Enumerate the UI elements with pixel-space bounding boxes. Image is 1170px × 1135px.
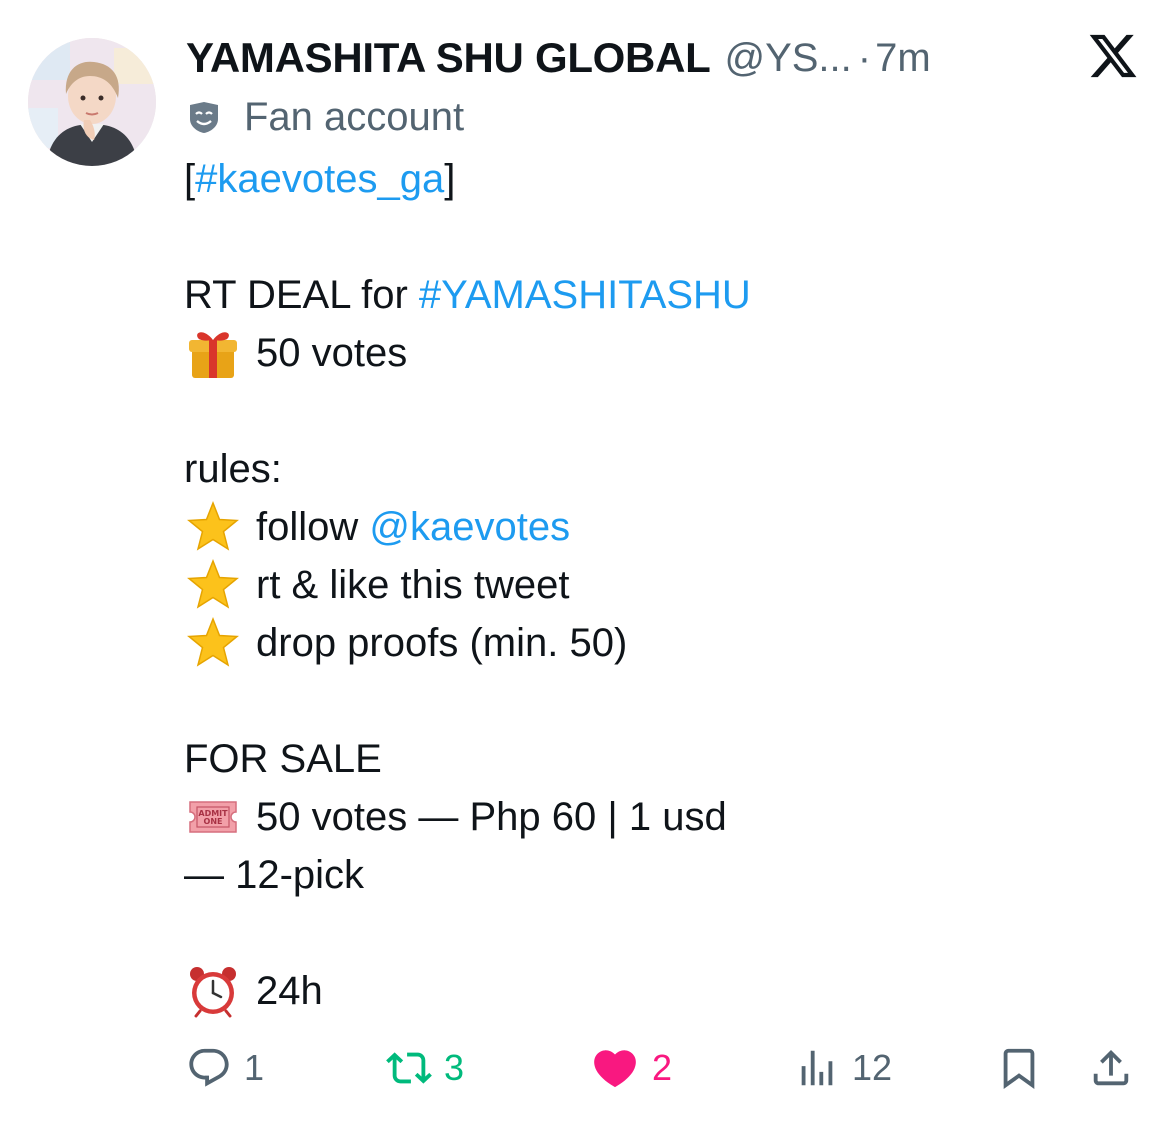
text-segment: drop proofs (min. 50) — [256, 621, 628, 665]
text-segment: — 12-pick — [184, 853, 365, 897]
author-handle[interactable]: @YS... — [724, 36, 851, 81]
views-button[interactable]: 12 — [794, 1036, 892, 1100]
tweet-text: [#kaevotes_ga] RT DEAL for #YAMASHITASHU… — [184, 150, 1124, 1020]
alarm-clock-icon — [184, 962, 242, 1020]
hashtag-link[interactable]: #YAMASHITASHU — [419, 266, 751, 324]
text-segment: 24h — [256, 969, 323, 1013]
retweet-count: 3 — [444, 1047, 465, 1088]
header-separator: · — [857, 35, 872, 80]
text-bracket-open: [ — [184, 157, 196, 201]
x-logo-icon[interactable] — [1086, 30, 1140, 82]
text-line: — 12-pick — [184, 846, 1124, 904]
text-line: 50 votes — [184, 324, 1124, 382]
gift-icon — [184, 324, 242, 382]
views-count: 12 — [852, 1047, 893, 1088]
share-icon — [1093, 1049, 1129, 1086]
star-icon — [184, 498, 242, 556]
text-segment: 50 votes — Php 60 | 1 usd — [256, 795, 727, 839]
text-segment: 50 votes — [256, 331, 408, 375]
like-count: 2 — [652, 1047, 673, 1088]
reply-count: 1 — [244, 1047, 265, 1088]
avatar-image — [28, 38, 156, 166]
ticket-icon: ADMIT ONE — [184, 788, 242, 846]
text-line: ADMIT ONE 50 votes — Php 60 | 1 usd — [184, 788, 1124, 846]
text-line: RT DEAL for #YAMASHITASHU — [184, 266, 1124, 324]
hashtag-link[interactable]: #kaevotes_ga — [195, 150, 444, 208]
text-line: rt & like this tweet — [184, 556, 1124, 614]
heart-icon — [594, 1050, 636, 1088]
text-segment: follow — [256, 505, 370, 549]
tweet-header: YAMASHITA SHU GLOBAL @YS... · 7m — [186, 30, 931, 86]
text-line: [#kaevotes_ga] — [184, 150, 1124, 208]
share-button[interactable] — [1088, 1036, 1134, 1100]
bookmark-button[interactable] — [996, 1036, 1042, 1100]
retweet-icon — [386, 1052, 432, 1084]
text-bracket-close: ] — [444, 157, 456, 201]
bookmark-icon — [1003, 1048, 1035, 1089]
text-segment: rt & like this tweet — [256, 563, 570, 607]
text-segment: FOR SALE — [184, 737, 382, 781]
text-line: 24h — [184, 962, 1124, 1020]
text-line: FOR SALE — [184, 730, 1124, 788]
text-segment: RT DEAL for — [184, 273, 419, 317]
reply-icon — [189, 1048, 229, 1087]
views-chart-icon — [801, 1050, 833, 1086]
text-line: follow @kaevotes — [184, 498, 1124, 556]
text-line: rules: — [184, 440, 1124, 498]
text-line: drop proofs (min. 50) — [184, 614, 1124, 672]
tweet-timestamp[interactable]: 7m — [875, 36, 931, 81]
performing-arts-mask-icon — [190, 102, 218, 133]
avatar[interactable] — [28, 38, 156, 166]
tweet-actions: 1 3 2 12 — [186, 1036, 1146, 1100]
text-segment: rules: — [184, 447, 282, 491]
mention-link[interactable]: @kaevotes — [369, 498, 570, 556]
like-button[interactable]: 2 — [590, 1036, 672, 1100]
ticket-text-one: ONE — [204, 817, 223, 826]
retweet-button[interactable]: 3 — [386, 1036, 464, 1100]
author-name[interactable]: YAMASHITA SHU GLOBAL — [186, 34, 711, 82]
tweet-card: YAMASHITA SHU GLOBAL @YS... · 7m Fan acc… — [0, 0, 1170, 1135]
account-label: Fan account — [186, 92, 464, 142]
star-icon — [184, 614, 242, 672]
reply-button[interactable]: 1 — [186, 1036, 264, 1100]
star-icon — [184, 556, 242, 614]
account-label-text: Fan account — [244, 94, 465, 139]
